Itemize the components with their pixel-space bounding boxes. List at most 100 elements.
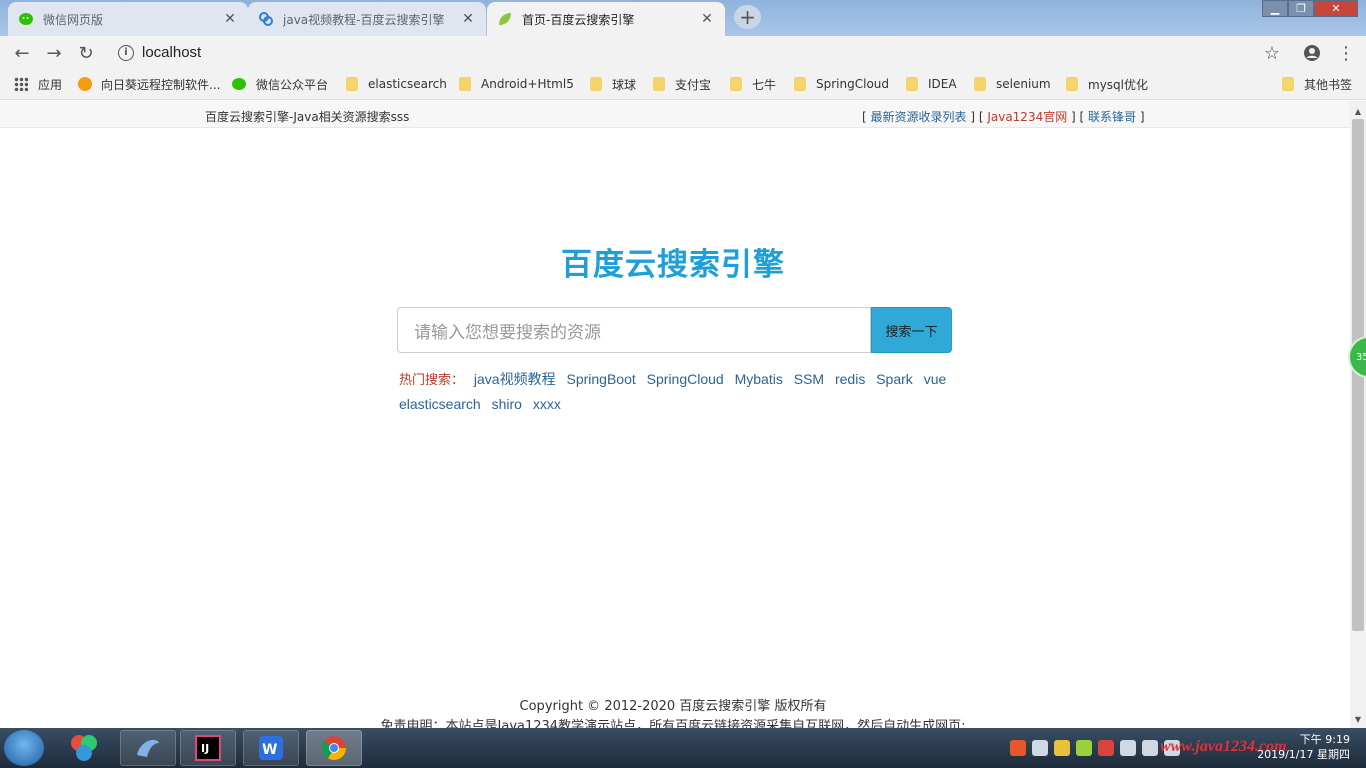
close-icon[interactable]: ✕ xyxy=(222,11,238,27)
address-bar[interactable]: i localhost xyxy=(108,38,1288,67)
contact-link[interactable]: 联系锋哥 xyxy=(1088,110,1136,124)
taskbar-app-color[interactable] xyxy=(56,730,112,766)
new-tab-button[interactable]: + xyxy=(734,5,761,29)
browser-toolbar: ← → ↻ i localhost ☆ ⋮ xyxy=(0,36,1366,69)
bookmark-elasticsearch[interactable]: elasticsearch xyxy=(346,76,447,92)
hot-search-link[interactable]: xxxx xyxy=(533,396,561,412)
footer-disclaimer: 免责申明：本站点是Java1234教学演示站点，所有百度云链接资源采集自互联网，… xyxy=(380,719,966,728)
bookmark-label: 应用 xyxy=(38,77,63,92)
wps-icon: W xyxy=(259,736,283,760)
hot-search-link[interactable]: redis xyxy=(835,371,865,387)
star-icon[interactable]: ☆ xyxy=(1259,40,1285,66)
hot-search-link[interactable]: Mybatis xyxy=(735,371,783,387)
page-scrollbar[interactable]: ▲ ▼ xyxy=(1350,101,1366,728)
close-window-button[interactable]: ✕ xyxy=(1314,0,1358,17)
hot-search-link[interactable]: SpringCloud xyxy=(647,371,724,387)
tab-title: java视频教程-百度云搜索引擎 xyxy=(283,12,445,27)
minimize-button[interactable]: ▁ xyxy=(1262,0,1288,17)
svg-text:W: W xyxy=(262,742,277,758)
close-icon[interactable]: ✕ xyxy=(460,11,476,27)
taskbar-app-dolphin[interactable] xyxy=(120,730,176,766)
account-icon[interactable] xyxy=(1299,40,1325,66)
taskbar-app-intellij[interactable]: IJ xyxy=(180,730,236,766)
intellij-icon: IJ xyxy=(195,735,221,761)
hot-search-link[interactable]: shiro xyxy=(492,396,522,412)
bookmark-apps[interactable]: 应用 xyxy=(14,76,62,92)
bookmark-label: 球球 xyxy=(612,77,637,92)
java1234-link[interactable]: Java1234官网 xyxy=(987,110,1067,124)
hot-search-link[interactable]: elasticsearch xyxy=(399,396,481,412)
wechat-icon xyxy=(232,78,246,90)
app-color-icon xyxy=(71,735,97,761)
hot-search-link[interactable]: SpringBoot xyxy=(566,371,635,387)
bookmark-label: IDEA xyxy=(928,77,957,91)
bookmark-other[interactable]: 其他书签 xyxy=(1282,76,1352,92)
bookmark-sunflower[interactable]: 向日葵远程控制软件... xyxy=(78,76,220,92)
topbar-links: [ 最新资源收录列表 ] [ Java1234官网 ] [ 联系锋哥 ] xyxy=(862,110,1145,124)
bookmark-qiuqiu[interactable]: 球球 xyxy=(590,76,636,92)
shield-icon[interactable] xyxy=(1054,740,1070,756)
info-icon[interactable]: i xyxy=(118,44,134,61)
leaf-icon xyxy=(497,11,513,27)
site-topbar: 百度云搜索引擎-Java相关资源搜索sss [ 最新资源收录列表 ] [ Jav… xyxy=(0,101,1350,128)
bookmark-selenium[interactable]: selenium xyxy=(974,76,1051,92)
folder-icon xyxy=(1282,77,1294,91)
url-text: localhost xyxy=(142,44,202,61)
bookmark-label: elasticsearch xyxy=(368,77,447,91)
system-tray xyxy=(1010,738,1180,758)
bookmark-wechat-mp[interactable]: 微信公众平台 xyxy=(232,76,328,92)
search-button[interactable]: 搜索一下 xyxy=(871,307,952,353)
folder-icon xyxy=(346,77,358,91)
start-button[interactable] xyxy=(4,730,44,766)
bookmark-label: 微信公众平台 xyxy=(256,77,329,92)
bookmark-label: selenium xyxy=(996,77,1051,91)
search-input[interactable]: 请输入您想要搜索的资源 xyxy=(397,307,871,353)
bookmark-mysql[interactable]: mysql优化 xyxy=(1066,76,1148,92)
search-engine-icon xyxy=(258,11,274,27)
bookmark-springcloud[interactable]: SpringCloud xyxy=(794,76,889,92)
reload-icon[interactable]: ↻ xyxy=(73,40,99,66)
bookmark-alipay[interactable]: 支付宝 xyxy=(653,76,711,92)
latest-resources-link[interactable]: 最新资源收录列表 xyxy=(871,110,967,124)
plus-icon[interactable] xyxy=(1076,740,1092,756)
hot-search-link[interactable]: SSM xyxy=(794,371,824,387)
hot-searches: 热门搜索： java视频教程 SpringBoot SpringCloud My… xyxy=(399,367,959,417)
clock-date: 2019/1/17 星期四 xyxy=(1257,748,1350,761)
bookmark-label: 其他书签 xyxy=(1304,77,1353,92)
forward-arrow-icon[interactable]: → xyxy=(41,40,67,66)
cloud-icon[interactable] xyxy=(1032,740,1048,756)
hot-search-link[interactable]: vue xyxy=(924,371,947,387)
menu-icon[interactable]: ⋮ xyxy=(1333,40,1359,66)
scroll-down-icon[interactable]: ▼ xyxy=(1350,711,1366,727)
site-title: 百度云搜索引擎-Java相关资源搜索sss xyxy=(205,110,410,124)
input-method-icon[interactable] xyxy=(1010,740,1026,756)
folder-icon xyxy=(590,77,602,91)
scroll-up-icon[interactable]: ▲ xyxy=(1350,103,1366,119)
tab-wechat[interactable]: 微信网页版 ✕ xyxy=(8,2,248,36)
folder-icon xyxy=(459,77,471,91)
tab-title: 微信网页版 xyxy=(43,12,104,27)
window-controls: ▁ ❐ ✕ xyxy=(1262,0,1358,18)
bookmark-label: Android+Html5 xyxy=(481,77,574,91)
action-center-icon[interactable] xyxy=(1120,740,1136,756)
tab-java-videos[interactable]: java视频教程-百度云搜索引擎 ✕ xyxy=(248,2,486,36)
apps-grid-icon xyxy=(14,77,28,91)
tab-home[interactable]: 首页-百度云搜索引擎 ✕ xyxy=(487,2,725,36)
bookmark-android-html5[interactable]: Android+Html5 xyxy=(459,76,574,92)
bookmark-idea[interactable]: IDEA xyxy=(906,76,957,92)
network-icon[interactable] xyxy=(1142,740,1158,756)
antivirus-icon[interactable] xyxy=(1098,740,1114,756)
maximize-button[interactable]: ❐ xyxy=(1288,0,1314,17)
tab-title: 首页-百度云搜索引擎 xyxy=(522,12,635,27)
bookmark-label: mysql优化 xyxy=(1088,77,1148,92)
bookmark-qiniu[interactable]: 七牛 xyxy=(730,76,776,92)
hot-search-label: 热门搜索： xyxy=(399,372,465,387)
hot-search-link[interactable]: Spark xyxy=(876,371,913,387)
system-clock[interactable]: 下午 9:19 2019/1/17 星期四 xyxy=(1240,732,1350,762)
close-icon[interactable]: ✕ xyxy=(699,11,715,27)
taskbar-app-chrome[interactable] xyxy=(306,730,362,766)
sunflower-icon xyxy=(78,77,92,91)
hot-search-link[interactable]: java视频教程 xyxy=(474,371,556,387)
back-arrow-icon[interactable]: ← xyxy=(9,40,35,66)
taskbar-app-wps[interactable]: W xyxy=(243,730,299,766)
